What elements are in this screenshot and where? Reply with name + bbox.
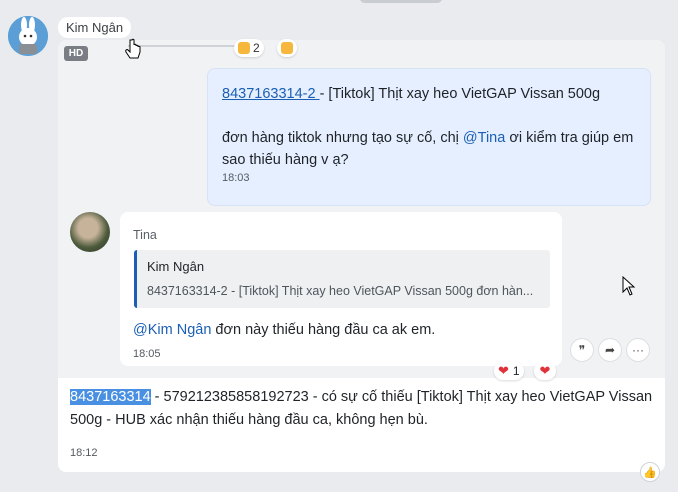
sender-name: Kim Ngân bbox=[58, 17, 132, 38]
mention-tina[interactable]: @Tina bbox=[463, 130, 505, 146]
quoted-text: 8437163314-2 - [Tiktok] Thịt xay heo Vie… bbox=[147, 284, 534, 298]
message-text: 8437163314 - 579212385858192723 - có sự … bbox=[70, 389, 653, 428]
message-time: 18:03 bbox=[222, 172, 250, 184]
message-bubble-sent[interactable]: 8437163314-2 - [Tiktok] Thịt xay heo Vie… bbox=[207, 68, 651, 206]
message-bubble-reply[interactable]: Tina Kim Ngân 8437163314-2 - [Tiktok] Th… bbox=[120, 212, 562, 366]
thumbs-up-icon bbox=[281, 42, 293, 54]
heart-icon: ❤ bbox=[498, 363, 509, 378]
quote-button[interactable]: ❞ bbox=[571, 339, 593, 361]
forward-button[interactable]: ➦ bbox=[599, 339, 621, 361]
order-title: - [Tiktok] Thịt xay heo VietGAP Vissan 5… bbox=[319, 86, 601, 102]
reaction-thumbs-button[interactable] bbox=[277, 39, 297, 57]
reply-text: @Kim Ngân đơn này thiếu hàng đầu ca ak e… bbox=[133, 322, 436, 338]
quoted-author: Kim Ngân bbox=[147, 259, 205, 274]
reply-author: Tina bbox=[133, 228, 157, 242]
message-time: 18:12 bbox=[70, 447, 98, 459]
forward-icon: ➦ bbox=[604, 343, 616, 357]
reaction-count: 1 bbox=[512, 364, 520, 378]
message-bubble-sent-2[interactable]: 8437163314 - 579212385858192723 - có sự … bbox=[58, 378, 665, 472]
like-button[interactable]: 👍 bbox=[640, 462, 660, 482]
tina-avatar[interactable] bbox=[70, 212, 110, 252]
heart-icon: ❤ bbox=[539, 363, 551, 378]
hand-cursor-icon bbox=[125, 38, 141, 59]
thumbs-up-icon: 👍 bbox=[643, 466, 657, 479]
reply-time: 18:05 bbox=[133, 348, 161, 360]
more-icon: ··· bbox=[632, 343, 644, 357]
reaction-thumbs-count[interactable]: 2 bbox=[234, 39, 264, 57]
arrow-cursor-icon bbox=[622, 276, 636, 296]
highlighted-order-id: 8437163314 bbox=[70, 389, 151, 405]
scroll-indicator bbox=[360, 0, 442, 3]
divider bbox=[128, 45, 246, 47]
reaction-count: 2 bbox=[253, 41, 260, 55]
reaction-heart-button[interactable]: ❤ bbox=[534, 362, 556, 380]
more-button[interactable]: ··· bbox=[627, 339, 649, 361]
quote-icon: ❞ bbox=[578, 343, 586, 357]
quoted-message[interactable]: Kim Ngân 8437163314-2 - [Tiktok] Thịt xa… bbox=[134, 250, 550, 308]
reaction-heart-count[interactable]: ❤ 1 bbox=[494, 362, 524, 380]
message-text: đơn hàng tiktok nhưng tạo sự cố, chị @Ti… bbox=[222, 130, 634, 168]
order-link[interactable]: 8437163314-2 bbox=[222, 86, 320, 102]
hd-badge: HD bbox=[64, 46, 88, 61]
sender-avatar[interactable] bbox=[8, 16, 48, 56]
thumbs-up-icon bbox=[238, 42, 250, 54]
mention-kim-ngan[interactable]: @Kim Ngân bbox=[133, 322, 211, 338]
